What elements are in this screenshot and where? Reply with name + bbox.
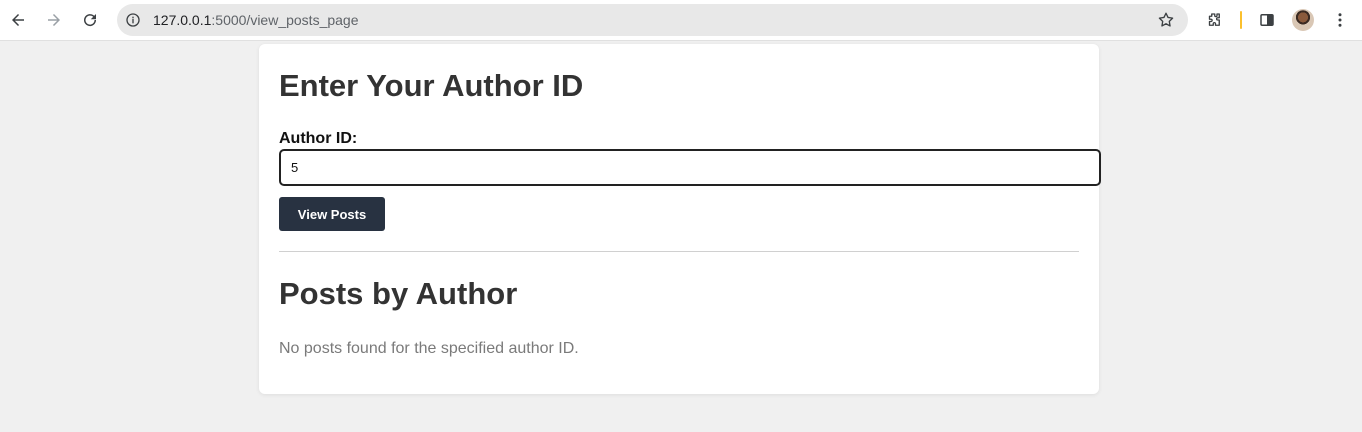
kebab-menu-icon[interactable] bbox=[1326, 6, 1354, 34]
no-results-message: No posts found for the specified author … bbox=[279, 340, 579, 357]
toolbar-divider bbox=[1240, 11, 1242, 29]
site-info-icon[interactable] bbox=[123, 10, 143, 30]
reload-icon[interactable] bbox=[76, 6, 104, 34]
profile-avatar[interactable] bbox=[1292, 9, 1314, 31]
results-heading: Posts by Author bbox=[279, 276, 518, 311]
url-path: :5000/view_posts_page bbox=[211, 12, 359, 28]
forward-arrow-icon[interactable] bbox=[40, 6, 68, 34]
view-posts-button[interactable]: View Posts bbox=[279, 197, 385, 231]
address-bar[interactable]: 127.0.0.1:5000/view_posts_page bbox=[117, 4, 1188, 36]
side-panel-icon[interactable] bbox=[1253, 6, 1281, 34]
extensions-icon[interactable] bbox=[1200, 6, 1228, 34]
content-card: Enter Your Author ID Author ID: View Pos… bbox=[259, 44, 1101, 394]
url-text[interactable]: 127.0.0.1:5000/view_posts_page bbox=[153, 12, 359, 28]
back-arrow-icon[interactable] bbox=[4, 6, 32, 34]
bookmark-star-icon[interactable] bbox=[1156, 10, 1176, 30]
page-title: Enter Your Author ID bbox=[279, 68, 584, 103]
author-id-label: Author ID: bbox=[279, 130, 358, 147]
section-divider bbox=[279, 251, 1079, 252]
url-host: 127.0.0.1 bbox=[153, 12, 212, 28]
author-id-input[interactable] bbox=[279, 149, 1101, 186]
browser-toolbar: 127.0.0.1:5000/view_posts_page bbox=[0, 0, 1362, 41]
